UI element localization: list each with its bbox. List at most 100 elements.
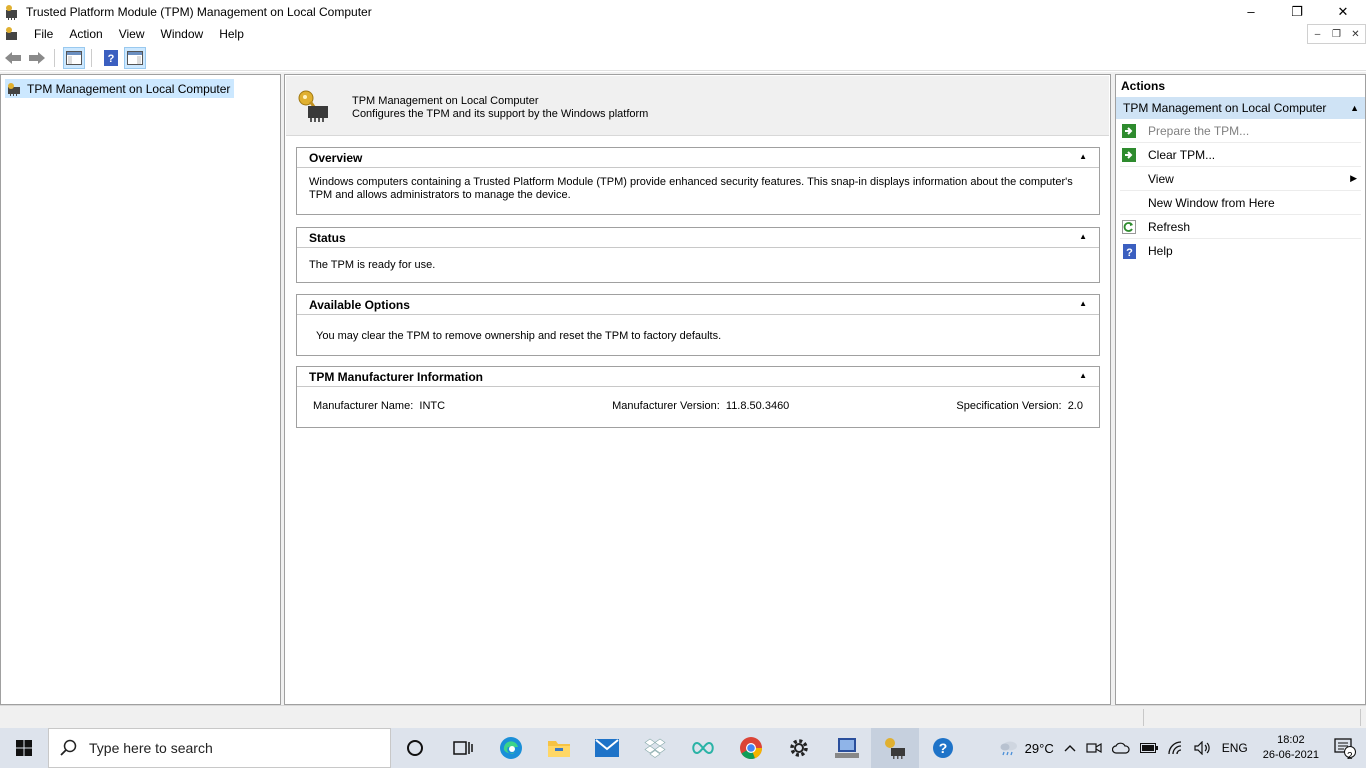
action-pane-icon <box>127 50 143 65</box>
specification-version-value: 2.0 <box>1067 400 1083 412</box>
taskbar-tpm-management[interactable] <box>871 728 919 768</box>
title-bar: Trusted Platform Module (TPM) Management… <box>0 0 1366 23</box>
taskbar-file-explorer[interactable] <box>535 728 583 768</box>
menu-window[interactable]: Window <box>153 23 212 45</box>
gear-icon <box>790 739 808 757</box>
show-hidden-icons-button[interactable] <box>1059 744 1081 752</box>
tray-onedrive[interactable] <box>1107 742 1135 754</box>
action-label: Clear TPM... <box>1148 147 1216 162</box>
taskbar-remote-app[interactable] <box>823 728 871 768</box>
action-refresh[interactable]: Refresh <box>1120 215 1361 239</box>
tray-clock[interactable]: 18:02 26-06-2021 <box>1253 733 1329 763</box>
action-clear-tpm[interactable]: Clear TPM... <box>1120 143 1361 167</box>
menu-bar: File Action View Window Help – ❐ ✕ <box>0 23 1366 45</box>
action-label: Refresh <box>1148 219 1191 234</box>
back-button[interactable] <box>2 47 24 69</box>
menu-file[interactable]: File <box>26 23 61 45</box>
tray-meet-now[interactable] <box>1081 741 1107 755</box>
manufacturer-version-value: 11.8.50.3460 <box>725 400 790 412</box>
action-label: New Window from Here <box>1148 195 1275 210</box>
start-button[interactable] <box>0 728 48 768</box>
wifi-icon <box>1168 741 1181 755</box>
manufacturer-info-header[interactable]: TPM Manufacturer Information ▲ <box>297 367 1099 387</box>
action-label: Help <box>1148 244 1173 258</box>
svg-text:?: ? <box>1126 247 1133 259</box>
manufacturer-name-field: Manufacturer Name: INTC <box>313 400 445 412</box>
tray-battery[interactable] <box>1135 743 1163 753</box>
menu-view[interactable]: View <box>111 23 153 45</box>
manufacturer-info-row: Manufacturer Name: INTC Manufacturer Ver… <box>297 387 1099 412</box>
help-button[interactable]: ? <box>100 47 122 69</box>
weather-widget[interactable]: 29°C <box>994 740 1059 756</box>
action-help[interactable]: ? Help <box>1120 239 1361 263</box>
manufacturer-info-section: TPM Manufacturer Information ▲ Manufactu… <box>296 366 1100 428</box>
mdi-close-button[interactable]: ✕ <box>1346 25 1365 43</box>
taskbar-infinity-app[interactable] <box>679 728 727 768</box>
taskbar-settings[interactable] <box>775 728 823 768</box>
meet-now-icon <box>1086 742 1102 754</box>
action-view[interactable]: View ▶ <box>1120 167 1361 191</box>
action-new-window[interactable]: New Window from Here <box>1120 191 1361 215</box>
search-placeholder: Type here to search <box>89 740 213 756</box>
actions-group-tpm-management[interactable]: TPM Management on Local Computer ▲ <box>1116 97 1365 119</box>
back-arrow-icon <box>5 51 21 64</box>
tpm-key-chip-icon <box>298 90 328 122</box>
task-view-button[interactable] <box>439 728 487 768</box>
taskbar-search-box[interactable]: Type here to search <box>48 728 391 768</box>
tpm-chip-icon[interactable] <box>4 26 20 42</box>
cortana-button[interactable] <box>391 728 439 768</box>
maximize-button[interactable]: ❐ <box>1274 0 1320 23</box>
taskbar-edge[interactable] <box>487 728 535 768</box>
minimize-button[interactable]: – <box>1228 0 1274 23</box>
collapse-icon[interactable]: ▲ <box>1079 299 1087 308</box>
action-center-button[interactable]: 2 <box>1329 738 1366 762</box>
collapse-icon[interactable]: ▲ <box>1079 152 1087 161</box>
tree-item-label: TPM Management on Local Computer <box>27 81 231 96</box>
show-hide-console-tree-button[interactable] <box>63 46 85 69</box>
toolbar-separator <box>91 48 92 67</box>
tree-item-tpm-management[interactable]: TPM Management on Local Computer <box>5 79 235 98</box>
weather-rain-icon <box>1000 741 1017 756</box>
run-action-icon <box>1122 147 1136 162</box>
pane-title: TPM Management on Local Computer <box>352 95 539 107</box>
mdi-restore-button[interactable]: ❐ <box>1327 25 1346 43</box>
result-pane: TPM Management on Local Computer Configu… <box>284 74 1111 705</box>
help-book-icon: ? <box>1122 243 1136 259</box>
available-options-header[interactable]: Available Options ▲ <box>297 295 1099 315</box>
show-hide-action-pane-button[interactable] <box>124 46 146 69</box>
collapse-icon[interactable]: ▲ <box>1079 371 1087 380</box>
collapse-icon[interactable]: ▲ <box>1350 97 1359 119</box>
action-prepare-tpm[interactable]: Prepare the TPM... <box>1120 119 1361 143</box>
actions-pane: Actions TPM Management on Local Computer… <box>1115 74 1366 705</box>
tray-language[interactable]: ENG <box>1217 741 1253 755</box>
tray-network[interactable] <box>1163 741 1189 755</box>
cloud-icon <box>1111 742 1130 754</box>
close-button[interactable]: ✕ <box>1320 0 1366 23</box>
forward-button[interactable] <box>26 47 48 69</box>
taskbar-chrome[interactable] <box>727 728 775 768</box>
mdi-minimize-button[interactable]: – <box>1308 25 1327 43</box>
status-bar-separator <box>1360 709 1361 726</box>
tray-volume[interactable] <box>1189 741 1217 755</box>
menu-help[interactable]: Help <box>211 23 252 45</box>
available-options-text: You may clear the TPM to remove ownershi… <box>316 330 722 342</box>
speaker-icon <box>1194 741 1210 755</box>
submenu-arrow-icon: ▶ <box>1350 173 1357 183</box>
manufacturer-name-value: INTC <box>419 400 446 412</box>
toolbar: ? <box>0 45 1366 71</box>
collapse-icon[interactable]: ▲ <box>1079 232 1087 241</box>
menu-action[interactable]: Action <box>61 23 110 45</box>
taskbar: Type here to search ? 29°C ENG 18:02 26-… <box>0 728 1366 768</box>
notification-count: 2 <box>1347 751 1353 762</box>
taskbar-help[interactable]: ? <box>919 728 967 768</box>
actions-header: Actions <box>1121 79 1166 93</box>
console-tree-icon <box>66 50 82 65</box>
overview-section: Overview ▲ Windows computers containing … <box>296 147 1100 215</box>
edge-browser-icon <box>500 737 522 759</box>
forward-arrow-icon <box>29 51 45 64</box>
available-options-section: Available Options ▲ You may clear the TP… <box>296 294 1100 356</box>
status-header[interactable]: Status ▲ <box>297 228 1099 248</box>
taskbar-dropbox[interactable] <box>631 728 679 768</box>
overview-header[interactable]: Overview ▲ <box>297 148 1099 168</box>
taskbar-mail[interactable] <box>583 728 631 768</box>
